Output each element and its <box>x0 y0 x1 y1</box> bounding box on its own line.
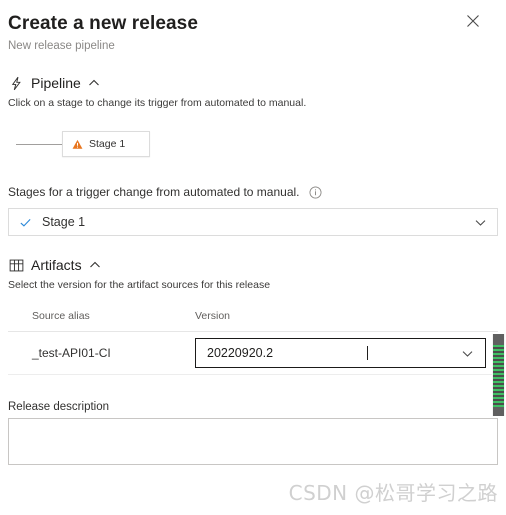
pipeline-section-label: Pipeline <box>31 75 81 91</box>
chevron-down-icon[interactable] <box>461 346 475 360</box>
pipeline-stage-node[interactable]: Stage 1 <box>62 131 150 157</box>
chevron-up-icon[interactable] <box>89 259 102 272</box>
pipeline-stage-node-label: Stage 1 <box>89 138 126 150</box>
artifact-version-value: 20220920.2 <box>207 346 274 360</box>
watermark: CSDN @松哥学习之路 <box>288 481 498 505</box>
release-description-block: Release description <box>0 399 506 465</box>
column-header-source-alias-label: Source alias <box>32 310 90 322</box>
artifacts-section: Artifacts Select the version for the art… <box>0 256 506 375</box>
artifact-version-input[interactable]: 20220920.2 <box>195 338 486 368</box>
column-header-version-label: Version <box>195 310 231 322</box>
artifacts-table-header: Source alias Version <box>8 306 498 332</box>
info-circle-icon[interactable] <box>309 186 322 199</box>
pipeline-section-header[interactable]: Pipeline <box>8 74 498 92</box>
artifacts-section-label: Artifacts <box>31 257 82 273</box>
trigger-stages-label: Stages for a trigger change from automat… <box>8 185 300 199</box>
trigger-stages-dropdown[interactable]: Stage 1 <box>8 208 498 236</box>
lightning-bolt-icon <box>8 75 24 91</box>
page-subtitle: New release pipeline <box>8 40 115 52</box>
artifact-source-alias: _test-API01-CI <box>32 346 111 360</box>
trigger-stages-selected: Stage 1 <box>19 214 85 230</box>
pipeline-diagram: Stage 1 <box>8 126 498 174</box>
warning-triangle-icon <box>72 139 83 150</box>
artifacts-section-header[interactable]: Artifacts <box>8 256 498 274</box>
column-header-source-alias: Source alias <box>8 306 185 324</box>
panel-header: Create a new release New release pipelin… <box>0 0 506 54</box>
vertical-scrollbar[interactable] <box>492 334 505 416</box>
artifacts-grid-icon <box>8 257 24 273</box>
trigger-stages-value: Stage 1 <box>42 215 86 229</box>
table-row: _test-API01-CI 20220920.2 <box>8 332 498 375</box>
close-button[interactable] <box>462 12 484 34</box>
chevron-up-icon[interactable] <box>88 77 101 90</box>
artifact-version-cell: 20220920.2 <box>185 338 498 368</box>
pipeline-section: Pipeline Click on a stage to change its … <box>0 74 506 236</box>
scrollbar-thumb-stripes <box>493 345 504 407</box>
check-icon <box>19 216 32 229</box>
artifacts-description: Select the version for the artifact sour… <box>8 279 271 291</box>
pipeline-connector-line <box>16 144 62 145</box>
release-description-label: Release description <box>8 401 110 413</box>
release-description-input[interactable] <box>8 418 498 465</box>
pipeline-description: Click on a stage to change its trigger f… <box>8 97 307 109</box>
close-icon <box>465 13 481 34</box>
artifacts-table: Source alias Version _test-API01-CI 2022… <box>8 306 498 375</box>
page-title: Create a new release <box>8 13 199 34</box>
chevron-down-icon[interactable] <box>473 215 487 229</box>
text-caret <box>366 346 368 360</box>
column-header-version: Version <box>185 306 498 324</box>
trigger-stages-label-row: Stages for a trigger change from automat… <box>8 184 498 200</box>
